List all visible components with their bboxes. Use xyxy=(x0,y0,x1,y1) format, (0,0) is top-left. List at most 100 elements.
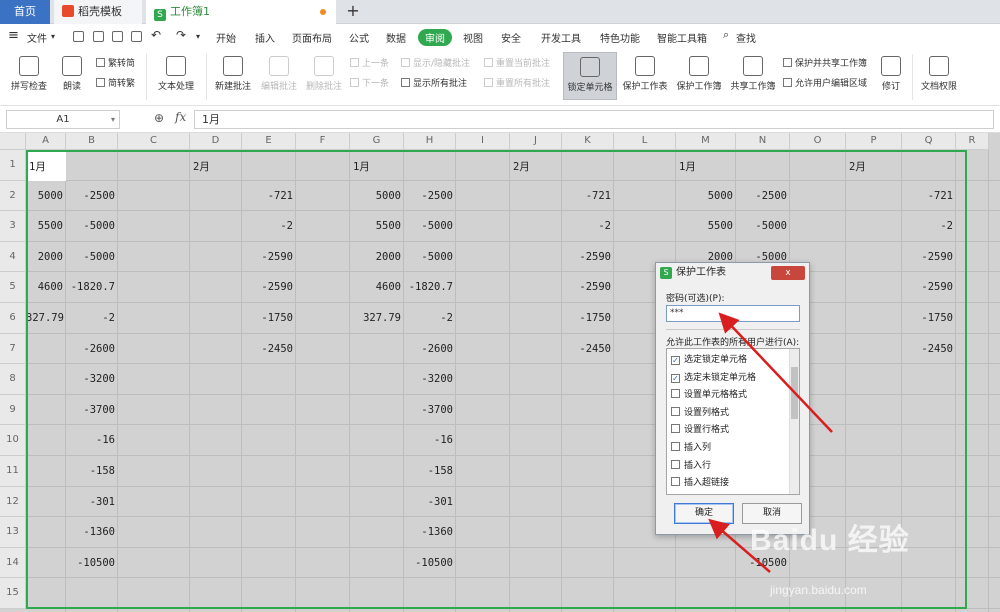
lock-cell-button[interactable]: 锁定单元格 xyxy=(563,52,617,100)
permission-option[interactable]: 插入列 xyxy=(671,440,711,453)
column-header-j[interactable]: J xyxy=(510,133,562,150)
column-header-i[interactable]: I xyxy=(456,133,510,150)
column-header-p[interactable]: P xyxy=(846,133,902,150)
column-header-l[interactable]: L xyxy=(614,133,676,150)
tab-workbook[interactable]: S 工作簿1 xyxy=(146,0,336,24)
column-header-h[interactable]: H xyxy=(404,133,456,150)
reset-all-comments-button[interactable]: 重置所有批注 xyxy=(484,76,550,89)
tab-template[interactable]: 稻壳模板 xyxy=(54,0,142,24)
column-header-m[interactable]: M xyxy=(676,133,736,150)
simp-to-trad-button[interactable]: 简转繁 xyxy=(96,76,135,89)
prev-comment-button[interactable]: 上一条 xyxy=(350,56,389,69)
menu-smart-toolbox[interactable]: 智能工具箱 xyxy=(657,30,707,45)
edit-comment-button[interactable]: 编辑批注 xyxy=(258,56,300,92)
checkbox-icon[interactable] xyxy=(671,389,680,399)
checkbox-icon[interactable] xyxy=(671,442,680,451)
permission-option[interactable]: 设置列格式 xyxy=(671,405,729,418)
checkbox-checked-icon[interactable]: ✓ xyxy=(671,373,680,383)
more-chevron-icon[interactable]: ▾ xyxy=(196,32,200,41)
column-header-q[interactable]: Q xyxy=(902,133,956,150)
menu-data[interactable]: 数据 xyxy=(386,30,406,45)
column-header-a[interactable]: A xyxy=(26,133,66,150)
checkbox-icon[interactable] xyxy=(671,406,680,416)
spell-check-button[interactable]: 拼写检查 xyxy=(8,56,50,92)
new-comment-button[interactable]: 新建批注 xyxy=(212,56,254,92)
row-header-1[interactable]: 1 xyxy=(0,150,26,181)
menu-security[interactable]: 安全 xyxy=(501,30,521,45)
row-header-8[interactable]: 8 xyxy=(0,364,26,395)
column-header-e[interactable]: E xyxy=(242,133,296,150)
doc-permission-button[interactable]: 文档权限 xyxy=(918,56,960,92)
protect-workbook-button[interactable]: 保护工作簿 xyxy=(674,56,724,92)
revise-button[interactable]: 修订 xyxy=(877,56,905,92)
row-header-9[interactable]: 9 xyxy=(0,394,26,426)
permission-option[interactable]: 设置行格式 xyxy=(671,422,729,435)
search-icon[interactable]: ⌕ xyxy=(723,28,729,42)
function-icon[interactable]: fx xyxy=(175,110,186,124)
row-header-14[interactable]: 14 xyxy=(0,547,26,579)
row-header-5[interactable]: 5 xyxy=(0,272,26,303)
undo-icon[interactable]: ↶ xyxy=(151,28,161,42)
menu-review[interactable]: 审阅 xyxy=(418,29,452,46)
redo-icon[interactable]: ↷ xyxy=(176,28,186,42)
allow-edit-ranges-button[interactable]: 允许用户编辑区域 xyxy=(783,76,867,89)
checkbox-icon[interactable] xyxy=(671,424,680,434)
row-header-15[interactable]: 15 xyxy=(0,578,26,609)
column-header-b[interactable]: B xyxy=(66,133,118,150)
row-header-12[interactable]: 12 xyxy=(0,486,26,518)
preview-icon[interactable] xyxy=(131,31,142,42)
column-header-c[interactable]: C xyxy=(118,133,190,150)
protect-sheet-button[interactable]: 保护工作表 xyxy=(620,56,670,92)
reset-current-comment-button[interactable]: 重置当前批注 xyxy=(484,56,550,69)
share-workbook-button[interactable]: 共享工作簿 xyxy=(728,56,778,92)
menu-dev-tools[interactable]: 开发工具 xyxy=(541,30,581,45)
read-aloud-button[interactable]: 朗读 xyxy=(58,56,86,92)
row-header-4[interactable]: 4 xyxy=(0,241,26,273)
protect-and-share-button[interactable]: 保护并共享工作簿 xyxy=(783,56,867,69)
permission-option[interactable]: 插入行 xyxy=(671,458,711,471)
menu-page-layout[interactable]: 页面布局 xyxy=(292,30,332,45)
checkbox-checked-icon[interactable]: ✓ xyxy=(671,356,680,365)
hamburger-icon[interactable]: ≡ xyxy=(8,28,19,43)
checkbox-icon[interactable] xyxy=(671,459,680,469)
show-hide-comment-button[interactable]: 显示/隐藏批注 xyxy=(401,56,470,69)
name-box[interactable]: A1 ▾ xyxy=(6,110,120,129)
trad-to-simp-button[interactable]: 繁转简 xyxy=(96,56,135,69)
column-header-o[interactable]: O xyxy=(790,133,846,150)
row-header-13[interactable]: 13 xyxy=(0,517,26,548)
chevron-down-icon[interactable]: ▾ xyxy=(111,111,115,128)
menu-insert[interactable]: 插入 xyxy=(255,30,275,45)
row-header-6[interactable]: 6 xyxy=(0,303,26,334)
save-icon[interactable] xyxy=(73,31,84,42)
menu-file[interactable]: 文件 xyxy=(27,30,47,45)
new-tab-button[interactable]: + xyxy=(344,1,362,20)
close-button[interactable]: x xyxy=(771,266,805,280)
menu-start[interactable]: 开始 xyxy=(216,30,236,45)
permission-list[interactable]: ✓ 选定锁定单元格 ✓ 选定未锁定单元格 设置单元格格式 设置列格式 设置行格式 插入列 插入行… xyxy=(666,348,800,495)
row-header-11[interactable]: 11 xyxy=(0,456,26,487)
row-header-10[interactable]: 10 xyxy=(0,425,26,456)
password-input[interactable]: *** xyxy=(666,305,800,322)
next-comment-button[interactable]: 下一条 xyxy=(350,76,389,89)
text-processing-button[interactable]: 文本处理 xyxy=(152,56,200,92)
select-all-corner[interactable] xyxy=(0,133,26,150)
delete-comment-button[interactable]: 删除批注 xyxy=(303,56,345,92)
menu-features[interactable]: 特色功能 xyxy=(600,30,640,45)
permission-option[interactable]: 设置单元格格式 xyxy=(671,387,747,400)
tab-home[interactable]: 首页 xyxy=(0,0,50,24)
column-header-f[interactable]: F xyxy=(296,133,350,150)
list-scrollbar[interactable] xyxy=(789,349,799,494)
scrollbar-thumb[interactable] xyxy=(791,367,798,419)
row-header-7[interactable]: 7 xyxy=(0,333,26,365)
column-header-d[interactable]: D xyxy=(190,133,242,150)
menu-formula[interactable]: 公式 xyxy=(349,30,369,45)
formula-input[interactable]: 1月 xyxy=(194,110,994,129)
show-all-comments-button[interactable]: 显示所有批注 xyxy=(401,76,467,89)
ok-button[interactable]: 确定 xyxy=(674,503,734,524)
row-header-3[interactable]: 3 xyxy=(0,211,26,242)
row-header-2[interactable]: 2 xyxy=(0,180,26,212)
zoom-icon[interactable]: ⊕ xyxy=(154,111,164,125)
menu-view[interactable]: 视图 xyxy=(463,30,483,45)
column-header-g[interactable]: G xyxy=(350,133,404,150)
permission-option[interactable]: 删除列 xyxy=(671,493,711,494)
